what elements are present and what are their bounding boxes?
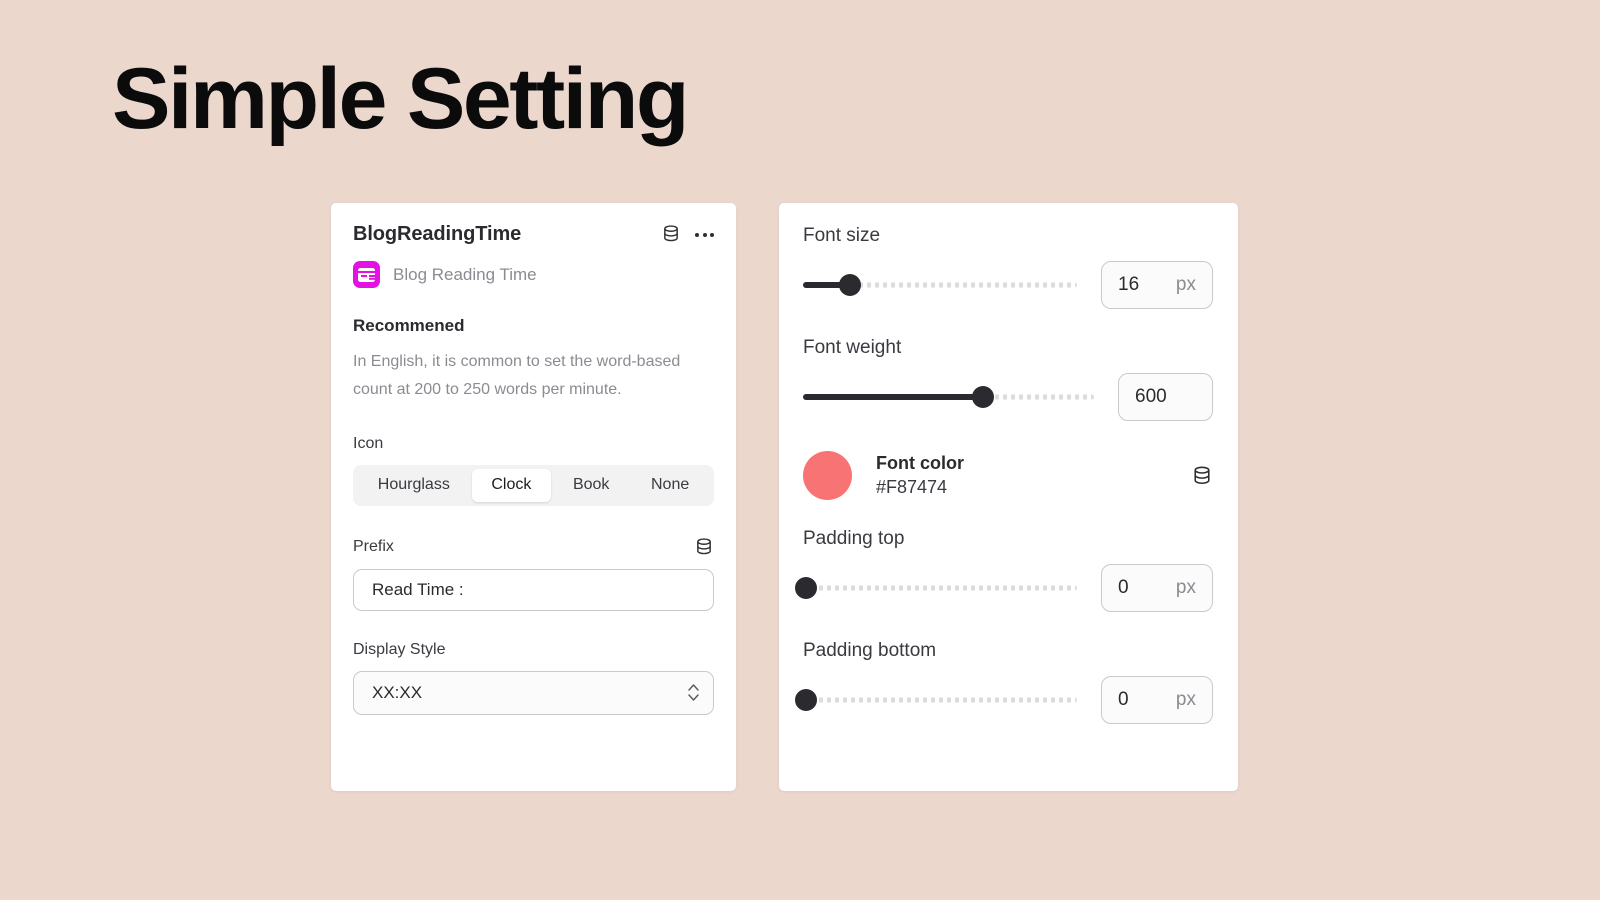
segment-hourglass[interactable]: Hourglass	[358, 469, 470, 502]
slider-track	[803, 585, 1077, 591]
font-weight-label: Font weight	[803, 337, 902, 358]
icon-field-label: Icon	[353, 434, 384, 452]
padding-top-slider[interactable]	[795, 577, 1077, 599]
page-root: Simple Setting BlogReadingTime Blog Read…	[0, 0, 1600, 900]
display-style-select[interactable]: XX:XX	[353, 670, 714, 715]
slider-fill	[803, 394, 984, 400]
display-style-value: XX:XX	[372, 682, 423, 702]
settings-panel-right: Font size 16 px Font weight 600 Font col…	[779, 203, 1238, 791]
slider-thumb[interactable]	[795, 577, 817, 599]
padding-bottom-value: 0	[1118, 689, 1129, 710]
padding-bottom-slider[interactable]	[795, 689, 1077, 711]
padding-top-value: 0	[1118, 577, 1129, 598]
font-color-swatch[interactable]	[803, 451, 852, 500]
font-size-unit: px	[1175, 274, 1196, 295]
padding-bottom-value-box[interactable]: 0 px	[1101, 676, 1213, 724]
left-panel-header: BlogReadingTime	[353, 221, 714, 247]
font-color-texts: Font color #F87474	[876, 453, 964, 498]
database-icon[interactable]	[661, 224, 681, 244]
recommend-body: In English, it is common to set the word…	[353, 353, 681, 399]
settings-panel-left: BlogReadingTime Blog Reading Time Recomm…	[331, 203, 736, 791]
font-color-row: Font color #F87474	[803, 451, 1213, 500]
font-color-label: Font color	[876, 453, 964, 473]
font-size-value-box[interactable]: 16 px	[1101, 261, 1213, 309]
more-options-icon[interactable]	[695, 224, 714, 244]
padding-top-unit: px	[1175, 577, 1196, 598]
segment-clock[interactable]: Clock	[471, 468, 552, 502]
padding-bottom-unit: px	[1175, 689, 1196, 710]
slider-thumb[interactable]	[972, 386, 995, 408]
padding-top-label: Padding top	[803, 528, 905, 549]
font-weight-value: 600	[1135, 386, 1167, 407]
font-weight-row: 600	[803, 373, 1213, 421]
padding-top-row: 0 px	[795, 564, 1213, 612]
segment-book[interactable]: Book	[553, 469, 629, 502]
font-weight-slider[interactable]	[803, 386, 1094, 408]
prefix-field-label: Prefix	[353, 537, 394, 555]
page-title: Simple Setting	[112, 51, 689, 147]
slider-thumb[interactable]	[795, 689, 817, 711]
padding-bottom-row: 0 px	[795, 676, 1213, 724]
recommend-heading: Recommened	[353, 316, 465, 335]
font-size-label: Font size	[803, 225, 881, 246]
blog-reading-time-app-icon	[353, 261, 380, 288]
prefix-label-row: Prefix	[353, 537, 714, 557]
font-size-value: 16	[1118, 274, 1140, 295]
font-color-value: #F87474	[876, 477, 948, 497]
app-name-label: Blog Reading Time	[393, 264, 537, 284]
database-icon[interactable]	[1191, 465, 1213, 487]
left-panel-title: BlogReadingTime	[353, 222, 522, 245]
left-panel-header-actions	[661, 224, 714, 244]
chevron-updown-icon[interactable]	[688, 684, 699, 702]
segment-none[interactable]: None	[631, 469, 709, 502]
font-size-row: 16 px	[803, 261, 1213, 309]
slider-thumb[interactable]	[838, 274, 861, 296]
icon-segmented-control[interactable]: Hourglass Clock Book None	[353, 464, 714, 506]
font-weight-value-box[interactable]: 600	[1118, 373, 1213, 421]
display-style-field-label: Display Style	[353, 640, 446, 658]
prefix-input[interactable]	[353, 568, 714, 611]
padding-top-value-box[interactable]: 0 px	[1101, 564, 1213, 612]
slider-track	[803, 697, 1077, 703]
font-size-slider[interactable]	[803, 274, 1077, 296]
database-icon[interactable]	[694, 537, 714, 557]
padding-bottom-label: Padding bottom	[803, 640, 937, 661]
app-identity-row: Blog Reading Time	[353, 261, 714, 288]
